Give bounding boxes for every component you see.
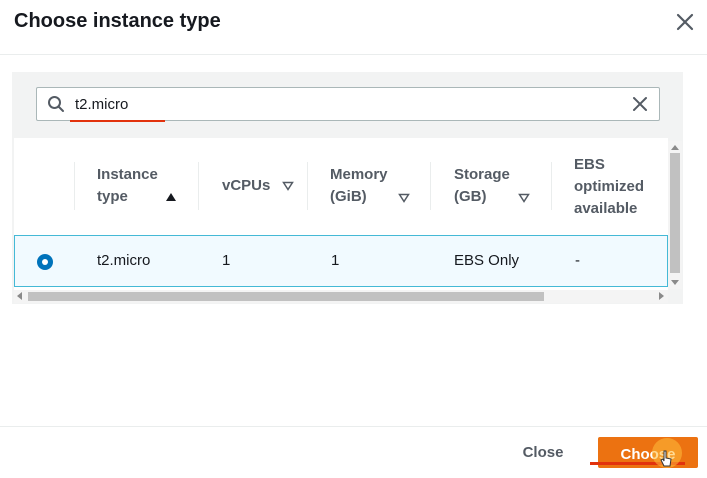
- column-header-vcpus[interactable]: vCPUs: [222, 138, 308, 235]
- scroll-down-arrow-icon[interactable]: [671, 280, 679, 285]
- modal-title: Choose instance type: [14, 10, 221, 32]
- search-icon: [48, 96, 64, 112]
- scroll-right-arrow-icon[interactable]: [659, 292, 664, 300]
- cell-instance-type: t2.micro: [97, 252, 151, 269]
- column-header-ebs-optimized[interactable]: EBS optimized available: [574, 138, 668, 235]
- column-header-memory[interactable]: Memory (GiB): [330, 138, 430, 235]
- horizontal-scrollbar[interactable]: [14, 290, 668, 303]
- column-separator: [430, 162, 431, 210]
- column-separator: [307, 162, 308, 210]
- instance-type-table: Instance type vCPUs Memory (GiB) Storage…: [14, 138, 668, 290]
- column-header-label: EBS optimized available: [574, 156, 644, 217]
- cell-storage: EBS Only: [454, 252, 520, 269]
- sort-caret-down-icon: [282, 181, 294, 191]
- table-header-row: Instance type vCPUs Memory (GiB) Storage…: [14, 138, 668, 235]
- cell-vcpus: 1: [222, 252, 231, 269]
- column-separator: [551, 162, 552, 210]
- annotation-underline: [70, 120, 165, 122]
- sort-ascending-icon: [166, 193, 176, 201]
- scroll-up-arrow-icon[interactable]: [671, 145, 679, 150]
- vertical-scrollbar[interactable]: [668, 141, 682, 289]
- search-box[interactable]: [36, 87, 660, 121]
- cell-memory: 1: [331, 252, 340, 269]
- clear-icon[interactable]: [631, 95, 649, 113]
- column-header-instance-type[interactable]: Instance type: [97, 138, 197, 235]
- column-header-storage[interactable]: Storage (GB): [454, 138, 554, 235]
- close-icon[interactable]: [673, 10, 697, 34]
- modal-header: Choose instance type: [0, 0, 707, 55]
- sort-caret-down-icon: [398, 193, 410, 203]
- scroll-left-arrow-icon[interactable]: [17, 292, 22, 300]
- column-header-label: Instance type: [97, 166, 158, 205]
- search-input[interactable]: [75, 88, 615, 120]
- column-separator: [198, 162, 199, 210]
- column-separator: [74, 162, 75, 210]
- column-header-label: Memory (GiB): [330, 166, 388, 205]
- choose-instance-type-modal: Choose instance type Instance type: [0, 0, 707, 477]
- horizontal-scrollbar-thumb[interactable]: [28, 292, 544, 301]
- table-row[interactable]: t2.micro 1 1 EBS Only -: [14, 235, 668, 287]
- column-header-label: Storage (GB): [454, 166, 510, 205]
- close-button[interactable]: Close: [508, 436, 578, 468]
- pointer-cursor-icon: [660, 450, 672, 467]
- sort-caret-down-icon: [518, 193, 530, 203]
- column-header-label: vCPUs: [222, 177, 271, 194]
- cell-ebs-optimized: -: [575, 252, 580, 269]
- row-select-radio[interactable]: [37, 254, 53, 270]
- vertical-scrollbar-thumb[interactable]: [670, 153, 680, 273]
